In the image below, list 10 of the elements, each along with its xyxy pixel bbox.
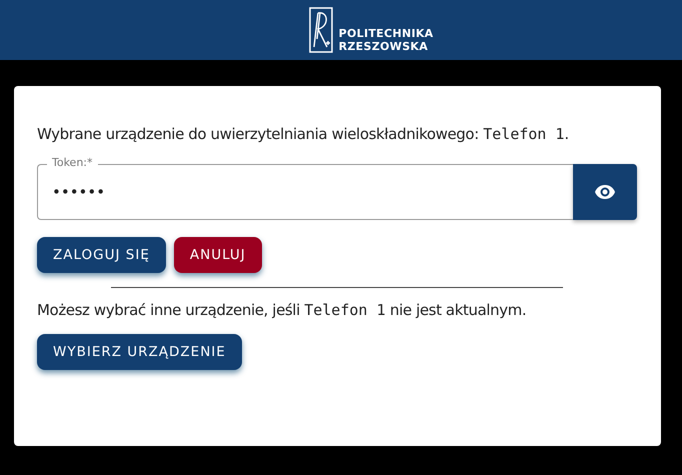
logo-icon xyxy=(308,7,333,53)
action-button[interactable]: ZALOGUJ SIĘ xyxy=(37,237,166,273)
device-message: Wybrane urządzenie do uwierzytelniania wieloskładnikowego: Telefon 1. xyxy=(37,124,570,145)
eye-icon xyxy=(595,185,615,199)
logo-text: POLITECHNIKA xyxy=(338,27,434,40)
hint-text: Możesz wybrać inne urządzenie, jeśli Telefon 1 nie jest aktualnym. xyxy=(37,300,528,321)
cancel-button[interactable]: ANULUJ xyxy=(174,237,262,273)
logo-text: RZESZOWSKA xyxy=(338,40,429,53)
action-button[interactable]: WYBIERZ URZĄDZENIE xyxy=(37,334,242,370)
show-password-button[interactable] xyxy=(573,164,637,220)
